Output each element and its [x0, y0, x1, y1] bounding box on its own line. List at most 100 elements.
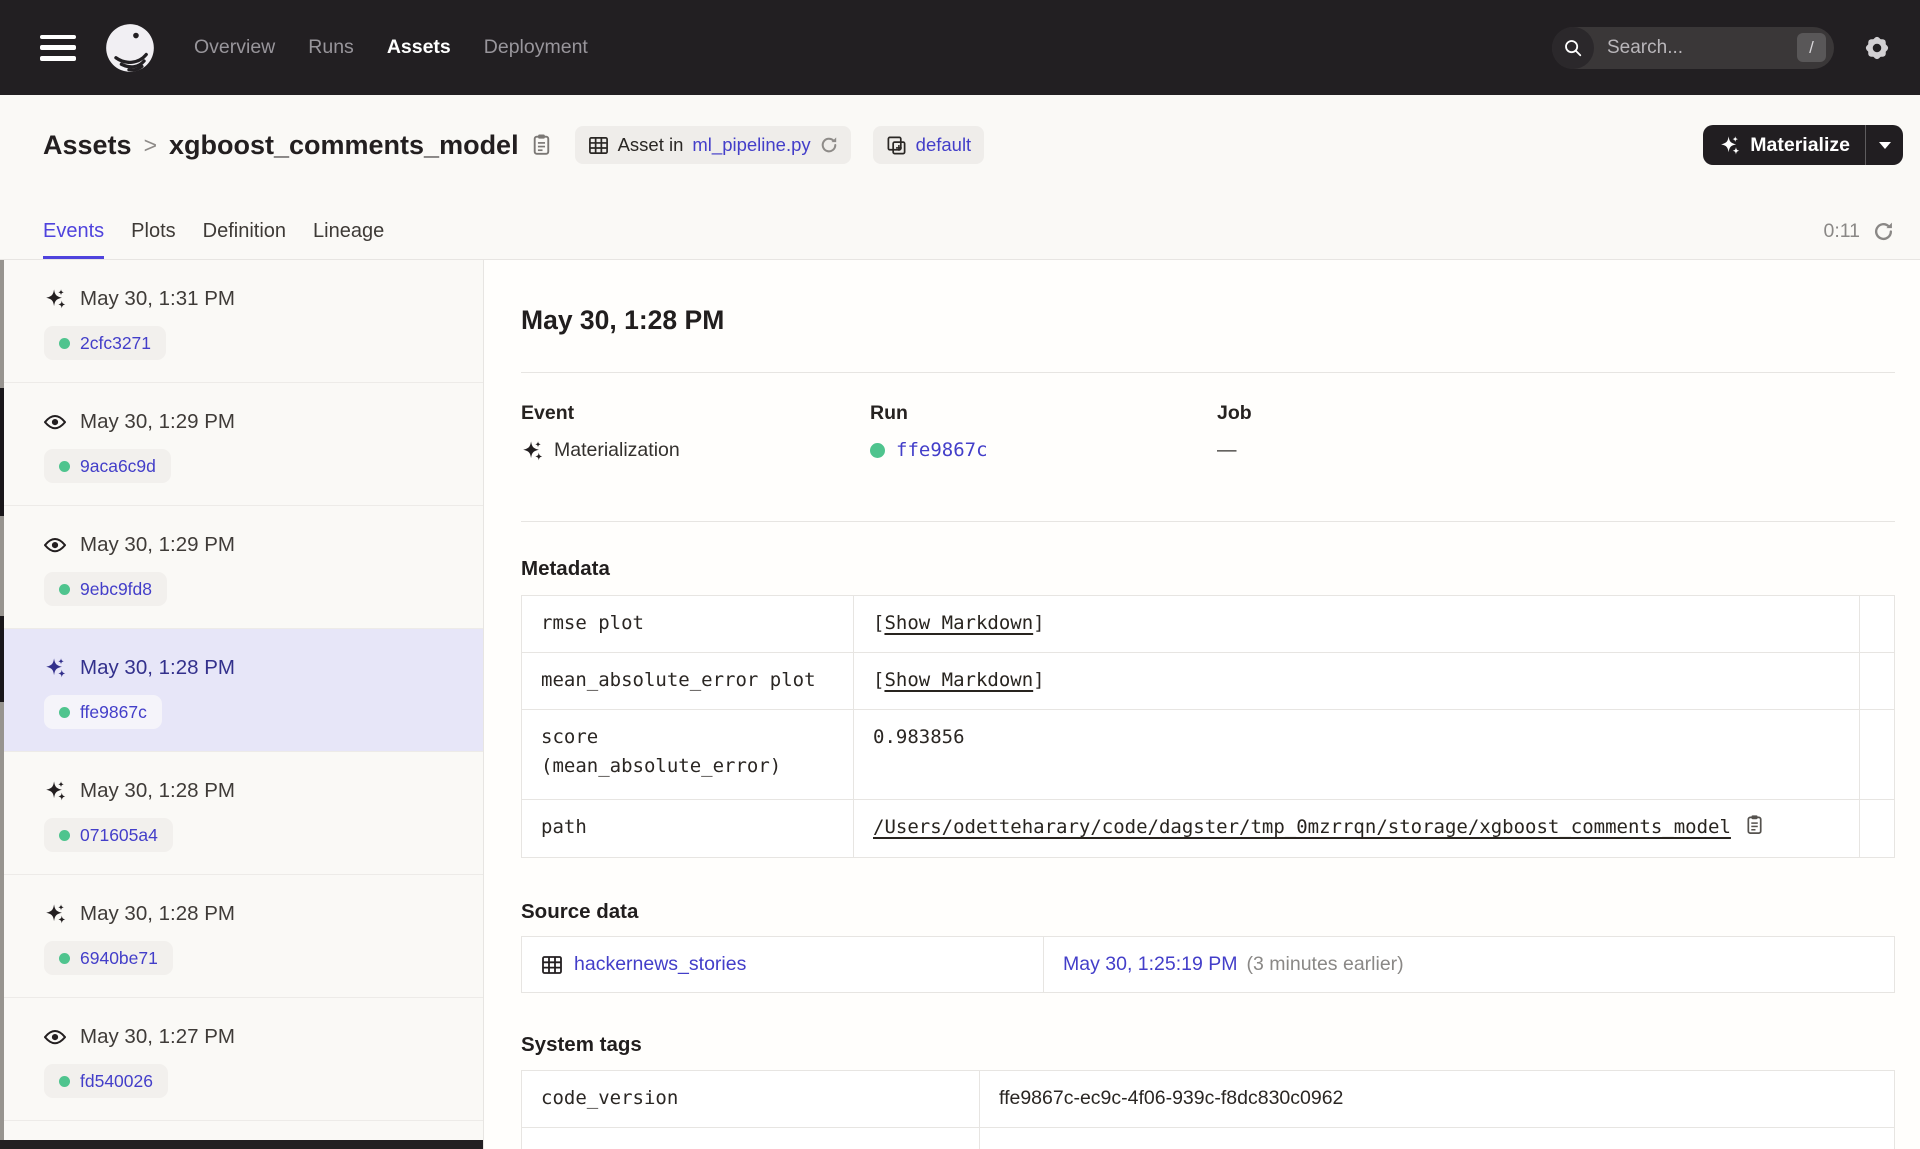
top-nav: Overview Runs Assets Deployment Search..… [0, 0, 1920, 95]
run-link[interactable]: 071605a4 [44, 818, 173, 852]
event-list-item[interactable]: May 30, 1:28 PM 6940be71 [0, 875, 483, 998]
run-status-dot [59, 1075, 70, 1087]
run-id-link[interactable]: ffe9867c [896, 439, 988, 461]
tab-definition[interactable]: Definition [203, 220, 286, 259]
source-data-table: hackernews_stories May 30, 1:25:19 PM (3 … [521, 936, 1895, 993]
dagster-logo-icon[interactable] [104, 22, 156, 74]
materialization-sparkle-icon [44, 288, 66, 310]
materialize-button[interactable]: Materialize [1703, 125, 1903, 165]
run-status-dot [59, 829, 70, 841]
reload-definition-icon[interactable] [820, 136, 838, 154]
event-time: May 30, 1:28 PM [80, 656, 235, 679]
event-run-job-summary: Event Materialization Run ffe9867c Job — [521, 402, 1895, 462]
refresh-icon[interactable] [1873, 221, 1894, 242]
materialization-sparkle-icon [521, 440, 543, 462]
run-link[interactable]: fd540026 [44, 1064, 168, 1098]
nav-item-assets[interactable]: Assets [387, 36, 451, 59]
run-label: Run [870, 402, 908, 424]
metadata-action-cell [1859, 709, 1895, 800]
content-area: May 30, 1:31 PM 2cfc3271 May 30, 1:29 PM… [0, 260, 1920, 1149]
settings-gear-icon[interactable] [1862, 33, 1892, 63]
job-value: — [1217, 439, 1237, 461]
page-header: Assets > xgboost_comments_model Asset in… [0, 95, 1920, 195]
breadcrumb: Assets > xgboost_comments_model [43, 130, 553, 161]
tag-value [979, 1127, 1895, 1149]
event-time: May 30, 1:27 PM [80, 1025, 235, 1048]
tab-lineage[interactable]: Lineage [313, 220, 384, 259]
event-list-item[interactable]: May 30, 1:29 PM 9ebc9fd8 [0, 506, 483, 629]
window-edge-dark [0, 616, 4, 702]
repo-badge[interactable]: default [872, 126, 985, 164]
table-row-partial [521, 1127, 1895, 1149]
run-status-dot [59, 460, 70, 472]
event-list-item-selected[interactable]: May 30, 1:28 PM ffe9867c [0, 629, 483, 752]
metadata-value: [Show Markdown] [853, 595, 1860, 653]
copy-asset-name-icon[interactable] [531, 133, 553, 157]
event-list-sidebar: May 30, 1:31 PM 2cfc3271 May 30, 1:29 PM… [0, 260, 484, 1149]
system-tags-table: code_version ffe9867c-ec9c-4f06-939c-f8d… [521, 1070, 1895, 1149]
copy-path-icon[interactable] [1745, 814, 1765, 836]
app-root: Overview Runs Assets Deployment Search..… [0, 0, 1920, 1149]
run-status-dot [59, 952, 70, 964]
event-list-item[interactable]: May 30, 1:31 PM 2cfc3271 [0, 260, 483, 383]
metadata-table: rmse plot [Show Markdown] mean_absolute_… [521, 595, 1895, 858]
metadata-value: [Show Markdown] [853, 652, 1860, 710]
show-markdown-link[interactable]: Show Markdown [884, 669, 1033, 691]
materialize-dropdown-caret[interactable] [1866, 141, 1903, 149]
observation-eye-icon [44, 411, 66, 433]
search-input[interactable]: Search... / [1552, 26, 1834, 69]
run-link[interactable]: 2cfc3271 [44, 326, 167, 360]
materialization-sparkle-icon [44, 903, 66, 925]
event-time: May 30, 1:29 PM [80, 533, 235, 556]
menu-icon[interactable] [40, 34, 76, 61]
metadata-heading: Metadata [521, 557, 610, 580]
source-relative-time: (3 minutes earlier) [1246, 953, 1404, 975]
run-status-dot [59, 337, 70, 349]
event-time: May 30, 1:31 PM [80, 287, 235, 310]
metadata-key: rmse plot [521, 595, 854, 653]
nav-item-deployment[interactable]: Deployment [484, 36, 588, 59]
search-placeholder: Search... [1607, 36, 1684, 58]
metadata-action-cell [1859, 652, 1895, 710]
repo-link[interactable]: default [916, 134, 972, 156]
event-list-item[interactable]: May 30, 1:28 PM 071605a4 [0, 752, 483, 875]
tab-plots[interactable]: Plots [131, 220, 175, 259]
source-timestamp-link[interactable]: May 30, 1:25:19 PM [1063, 953, 1238, 975]
metadata-key: path [521, 799, 854, 858]
event-detail-title: May 30, 1:28 PM [521, 305, 725, 335]
event-list-item[interactable]: May 30, 1:27 PM fd540026 [0, 998, 483, 1121]
tab-events[interactable]: Events [43, 220, 105, 259]
asset-location-badge[interactable]: Asset in ml_pipeline.py [574, 126, 851, 164]
run-link[interactable]: ffe9867c [44, 695, 162, 729]
metadata-action-cell [1859, 595, 1895, 653]
page-title: xgboost_comments_model [169, 129, 519, 160]
pipeline-file-link[interactable]: ml_pipeline.py [692, 134, 810, 156]
source-asset-link[interactable]: hackernews_stories [574, 950, 746, 979]
asset-table-icon [588, 135, 609, 156]
event-time: May 30, 1:28 PM [80, 779, 235, 802]
breadcrumb-assets[interactable]: Assets [43, 130, 132, 161]
refresh-timer: 0:11 [1823, 220, 1894, 259]
system-tags-heading: System tags [521, 1033, 642, 1056]
table-row: hackernews_stories May 30, 1:25:19 PM (3 … [521, 936, 1895, 993]
run-status-dot [59, 583, 70, 595]
tab-bar: Events Plots Definition Lineage 0:11 [0, 195, 1920, 260]
search-icon [1552, 26, 1594, 69]
metadata-key: mean_absolute_error plot [521, 652, 854, 710]
metadata-action-cell [1859, 799, 1895, 858]
nav-item-runs[interactable]: Runs [308, 36, 354, 59]
source-asset-cell: hackernews_stories [521, 936, 1044, 993]
table-row: mean_absolute_error plot [Show Markdown] [521, 652, 1895, 710]
nav-links: Overview Runs Assets Deployment [194, 36, 588, 59]
nav-item-overview[interactable]: Overview [194, 36, 275, 59]
event-list-item[interactable]: May 30, 1:29 PM 9aca6c9d [0, 383, 483, 506]
run-link[interactable]: 6940be71 [44, 941, 173, 975]
source-data-heading: Source data [521, 900, 639, 923]
repo-icon [886, 135, 907, 156]
run-link[interactable]: 9aca6c9d [44, 449, 171, 483]
source-timestamp-cell: May 30, 1:25:19 PM (3 minutes earlier) [1043, 936, 1895, 993]
materialization-sparkle-icon [44, 657, 66, 679]
path-link[interactable]: /Users/odetteharary/code/dagster/tmp_0mz… [873, 816, 1731, 838]
run-link[interactable]: 9ebc9fd8 [44, 572, 168, 606]
show-markdown-link[interactable]: Show Markdown [884, 612, 1033, 634]
